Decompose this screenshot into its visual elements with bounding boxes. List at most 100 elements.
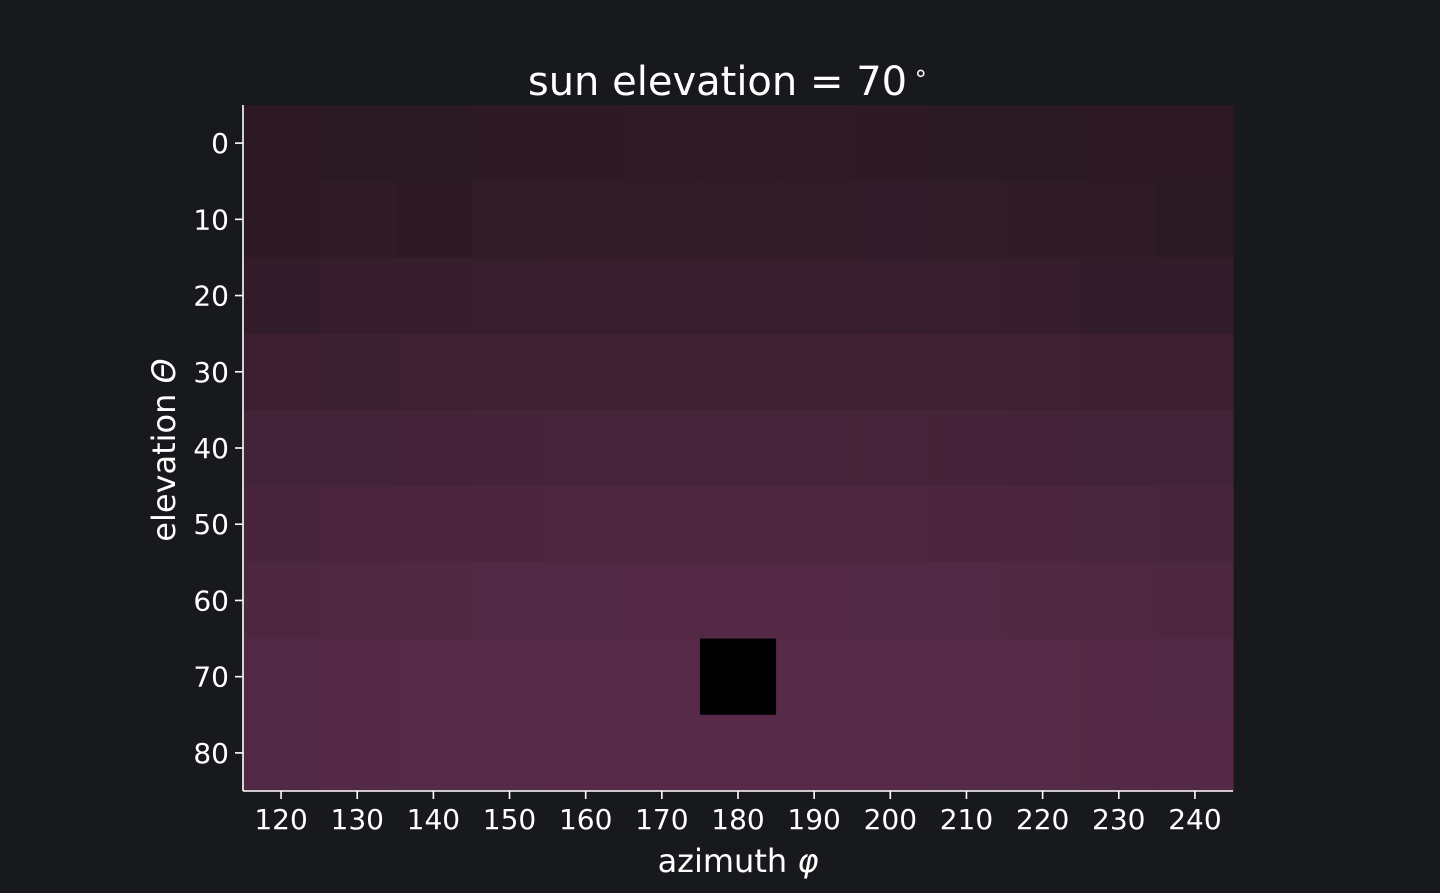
heatmap-cell (852, 257, 929, 335)
x-axis-label: azimuth φ (658, 842, 819, 880)
heatmap-cells (243, 105, 1234, 792)
heatmap-cell (623, 562, 701, 640)
heatmap-cell (243, 257, 320, 335)
heatmap-cell (243, 562, 320, 640)
heatmap-cell (1080, 181, 1158, 259)
heatmap-cell (623, 257, 701, 335)
heatmap-cell (1080, 486, 1158, 563)
heatmap-cell (852, 409, 929, 487)
y-tick-label: 0 (211, 127, 229, 160)
x-tick-label: 150 (483, 803, 536, 836)
heatmap-cell (319, 562, 396, 640)
heatmap-cell (623, 409, 701, 487)
heatmap-cell (1080, 105, 1158, 182)
heatmap-cell (1156, 257, 1234, 335)
heatmap-cell (1156, 638, 1234, 716)
heatmap-cell (471, 409, 549, 487)
heatmap-cell (928, 333, 1006, 411)
heatmap-cell (1156, 409, 1234, 487)
heatmap-cell (1080, 257, 1158, 335)
heatmap-cell (395, 105, 473, 182)
heatmap-cell (928, 409, 1006, 487)
heatmap-cell (1156, 714, 1234, 792)
heatmap-cell (928, 181, 1006, 259)
heatmap-cell (319, 409, 396, 487)
heatmap-cell (623, 714, 701, 792)
heatmap-cell (395, 181, 473, 259)
heatmap-cell (699, 257, 777, 335)
y-tick-label: 20 (193, 280, 229, 313)
heatmap-cell (852, 638, 929, 716)
heatmap-cell (1004, 638, 1082, 716)
y-tick-label: 40 (193, 432, 229, 465)
heatmap-chart: 120 130 140 150 160 170 180 190 200 210 220 230 240 … (0, 0, 1440, 889)
heatmap-cell (471, 562, 549, 640)
chart-title-text: sun elevation = 70 (528, 59, 907, 105)
y-tick-label: 70 (193, 661, 229, 694)
heatmap-cell (928, 714, 1006, 792)
heatmap-cell (623, 181, 701, 259)
heatmap-cell (623, 105, 701, 182)
y-tick-label: 10 (193, 203, 229, 236)
heatmap-cell (471, 181, 549, 259)
heatmap-cell (776, 714, 853, 792)
heatmap-cell (776, 638, 853, 716)
x-tick-label: 220 (1016, 803, 1069, 836)
chart-title-degree-sign: ∘ (913, 59, 928, 87)
heatmap-cell (699, 562, 777, 640)
heatmap-cell (471, 486, 549, 563)
heatmap-cell (1156, 105, 1234, 182)
heatmap-cell (1004, 257, 1082, 335)
x-tick-label: 160 (559, 803, 612, 836)
heatmap-cell (319, 638, 396, 716)
heatmap-cell (471, 714, 549, 792)
x-axis-label-text: azimuth (658, 842, 798, 880)
heatmap-cell (243, 105, 320, 182)
heatmap-cell (243, 409, 320, 487)
heatmap-cell (319, 486, 396, 563)
heatmap-cell (1004, 333, 1082, 411)
heatmap-cell (776, 409, 853, 487)
heatmap-cell (547, 486, 625, 563)
heatmap-cell (319, 105, 396, 182)
heatmap-cell (1004, 486, 1082, 563)
heatmap-cell (1156, 333, 1234, 411)
y-tick-label: 30 (193, 356, 229, 389)
x-tick-label: 170 (635, 803, 688, 836)
heatmap-cell (547, 409, 625, 487)
heatmap-cell (395, 257, 473, 335)
heatmap-cell (928, 105, 1006, 182)
heatmap-cell (776, 333, 853, 411)
heatmap-cell (1004, 409, 1082, 487)
heatmap-cell (243, 333, 320, 411)
heatmap-cell (395, 638, 473, 716)
heatmap-cell (471, 105, 549, 182)
heatmap-cell (623, 638, 701, 716)
y-axis-label-text: elevation (145, 383, 183, 541)
heatmap-cell (319, 181, 396, 259)
heatmap-cell (547, 638, 625, 716)
x-tick-label: 140 (407, 803, 460, 836)
x-tick-label: 230 (1092, 803, 1145, 836)
heatmap-cell (243, 638, 320, 716)
heatmap-cell (395, 714, 473, 792)
heatmap-cell (852, 486, 929, 563)
heatmap-cell (471, 333, 549, 411)
y-ticks: 0 10 20 30 40 50 60 70 80 (193, 127, 243, 770)
x-tick-label: 210 (940, 803, 993, 836)
heatmap-cell (395, 333, 473, 411)
heatmap-cell (1080, 638, 1158, 716)
heatmap-cell (395, 486, 473, 563)
y-tick-label: 60 (193, 584, 229, 617)
heatmap-cell (547, 333, 625, 411)
heatmap-cell (319, 714, 396, 792)
heatmap-cell (243, 181, 320, 259)
heatmap-cell (776, 562, 853, 640)
x-ticks: 120 130 140 150 160 170 180 190 200 210 220 230 240 (254, 791, 1222, 836)
heatmap-cell (471, 638, 549, 716)
y-tick-label: 50 (193, 508, 229, 541)
heatmap-cell (852, 333, 929, 411)
heatmap-cell (243, 714, 320, 792)
heatmap-cell (1004, 105, 1082, 182)
heatmap-cell (1004, 181, 1082, 259)
